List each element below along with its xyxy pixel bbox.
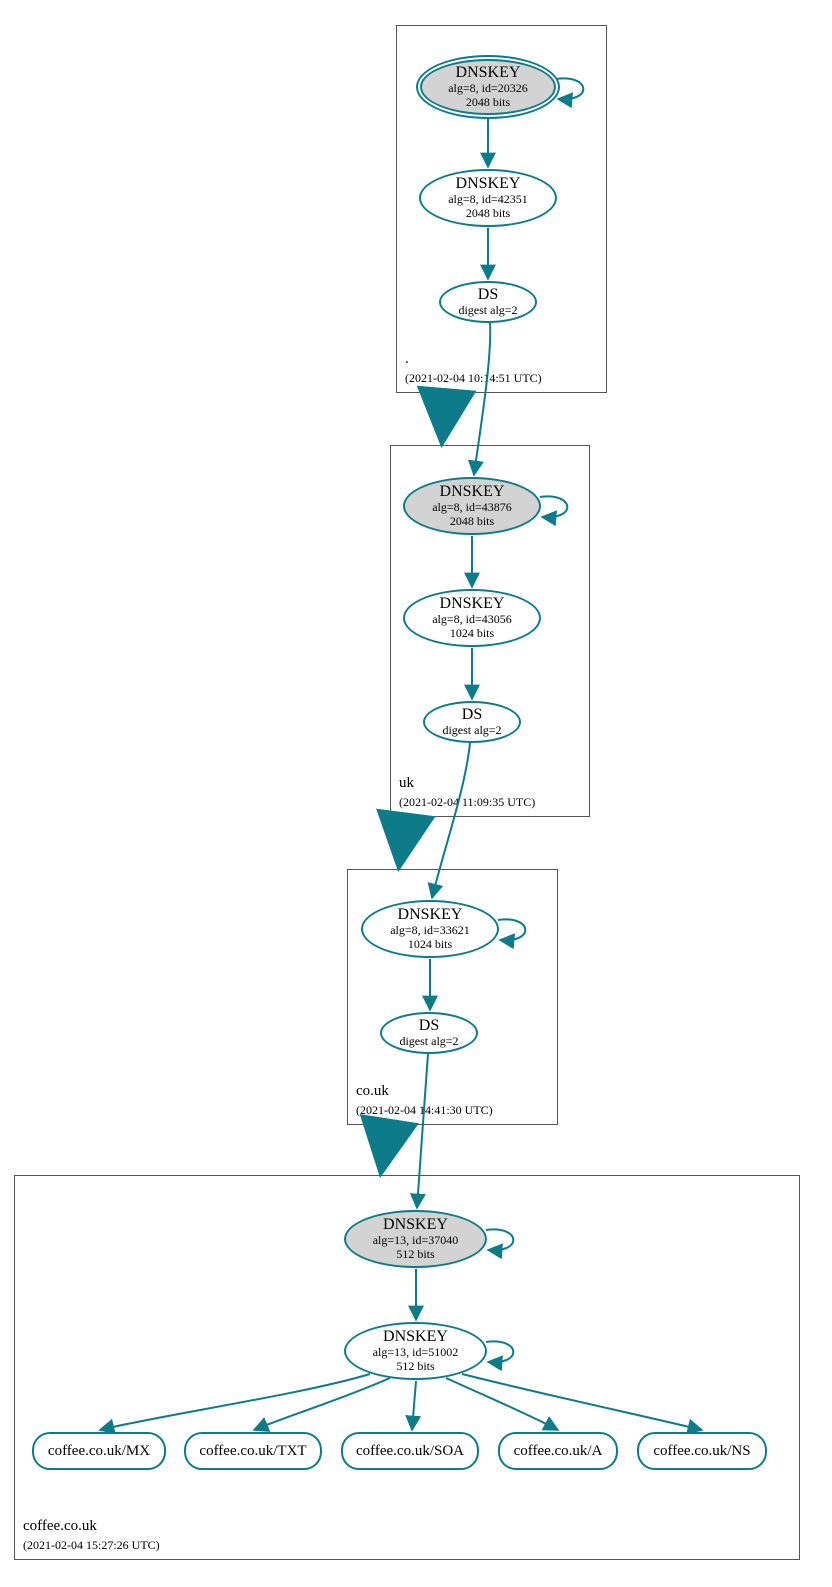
node-couk-ksk: DNSKEY alg=8, id=33621 1024 bits [361,900,499,958]
node-couk-ds: DS digest alg=2 [380,1012,478,1054]
node-uk-zsk: DNSKEY alg=8, id=43056 1024 bits [403,589,541,647]
node-coffee-ksk-line3: 512 bits [396,1248,434,1262]
node-coffee-ksk-title: DNSKEY [383,1216,448,1234]
node-couk-ksk-title: DNSKEY [398,906,463,924]
record-ns: coffee.co.uk/NS [637,1432,767,1470]
node-root-zsk-line3: 2048 bits [466,207,510,221]
node-root-zsk-title: DNSKEY [456,175,521,193]
node-root-ksk: DNSKEY alg=8, id=20326 2048 bits [420,59,556,115]
node-coffee-ksk: DNSKEY alg=13, id=37040 512 bits [344,1210,487,1268]
node-coffee-zsk-line2: alg=13, id=51002 [373,1346,459,1360]
node-couk-ksk-line3: 1024 bits [408,938,452,952]
node-uk-ds: DS digest alg=2 [423,701,521,743]
node-root-ds-title: DS [478,286,498,304]
node-uk-ksk-line2: alg=8, id=43876 [432,501,512,515]
node-uk-ds-title: DS [462,706,482,724]
node-couk-ds-line2: digest alg=2 [399,1035,458,1049]
node-uk-zsk-line2: alg=8, id=43056 [432,613,512,627]
zone-couk-time: (2021-02-04 14:41:30 UTC) [356,1103,493,1118]
node-uk-zsk-title: DNSKEY [440,595,505,613]
zone-uk-time: (2021-02-04 11:09:35 UTC) [399,795,535,810]
node-uk-ksk-title: DNSKEY [440,483,505,501]
node-uk-ksk-line3: 2048 bits [450,515,494,529]
node-root-zsk: DNSKEY alg=8, id=42351 2048 bits [419,169,557,227]
node-root-ksk-line2: alg=8, id=20326 [448,82,528,96]
zone-root-label: . [405,351,409,368]
record-soa: coffee.co.uk/SOA [341,1432,479,1470]
zone-coffee-label: coffee.co.uk [23,1518,97,1535]
node-coffee-zsk-title: DNSKEY [383,1328,448,1346]
node-uk-ksk: DNSKEY alg=8, id=43876 2048 bits [403,477,541,535]
node-root-ds-line2: digest alg=2 [458,304,517,318]
node-uk-ds-line2: digest alg=2 [442,724,501,738]
zone-root-time: (2021-02-04 10:14:51 UTC) [405,371,542,386]
node-uk-zsk-line3: 1024 bits [450,627,494,641]
node-coffee-zsk: DNSKEY alg=13, id=51002 512 bits [344,1322,487,1380]
node-root-ksk-line3: 2048 bits [466,96,510,110]
record-a: coffee.co.uk/A [498,1432,618,1470]
zone-uk-label: uk [399,775,414,792]
node-root-ksk-title: DNSKEY [456,64,521,82]
record-mx: coffee.co.uk/MX [32,1432,166,1470]
node-root-ds: DS digest alg=2 [439,281,537,323]
node-couk-ds-title: DS [419,1017,439,1035]
node-root-zsk-line2: alg=8, id=42351 [448,193,528,207]
zone-couk-label: co.uk [356,1083,389,1100]
node-coffee-zsk-line3: 512 bits [396,1360,434,1374]
node-couk-ksk-line2: alg=8, id=33621 [390,924,470,938]
node-coffee-ksk-line2: alg=13, id=37040 [373,1234,459,1248]
record-txt: coffee.co.uk/TXT [184,1432,322,1470]
zone-coffee-time: (2021-02-04 15:27:26 UTC) [23,1538,160,1553]
